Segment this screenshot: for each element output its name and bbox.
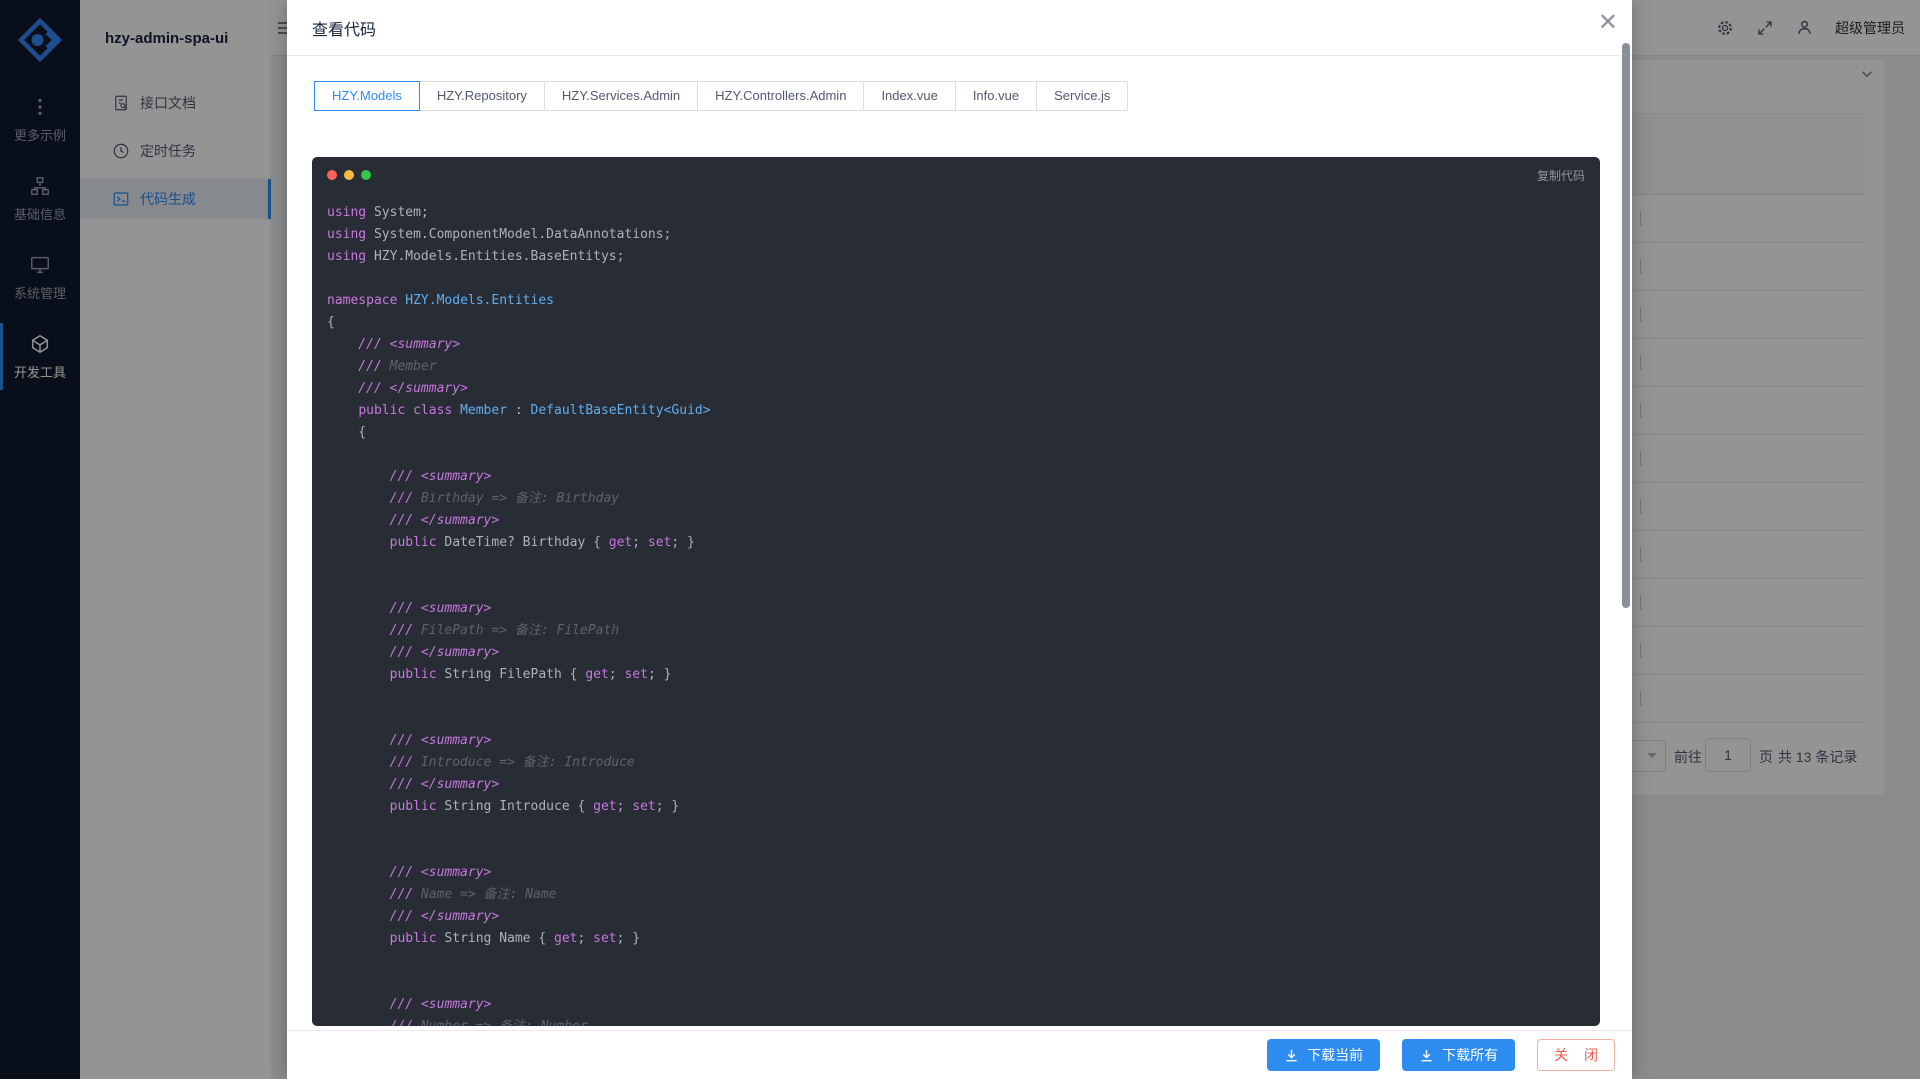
code-line: /// </summary> xyxy=(327,774,1600,796)
tab-hzy-models[interactable]: HZY.Models xyxy=(314,81,420,111)
code-block-header: 复制代码 xyxy=(312,157,1600,193)
code-line: /// Member xyxy=(327,356,1600,378)
tab-hzy-repository[interactable]: HZY.Repository xyxy=(419,81,545,111)
tab-service-js[interactable]: Service.js xyxy=(1036,81,1128,111)
code-tabs: HZY.ModelsHZY.RepositoryHZY.Services.Adm… xyxy=(314,81,1128,111)
code-line: /// <summary> xyxy=(327,334,1600,356)
code-line: using HZY.Models.Entities.BaseEntitys; xyxy=(327,246,1600,268)
modal-scrollbar-thumb[interactable] xyxy=(1622,43,1630,608)
code-content: using System;using System.ComponentModel… xyxy=(312,193,1600,1026)
code-line: /// <summary> xyxy=(327,862,1600,884)
code-line xyxy=(327,840,1600,862)
code-line: using System.ComponentModel.DataAnnotati… xyxy=(327,224,1600,246)
code-line: /// FilePath => 备注: FilePath xyxy=(327,620,1600,642)
code-line xyxy=(327,972,1600,994)
copy-code-button[interactable]: 复制代码 xyxy=(1537,167,1585,184)
code-line xyxy=(327,686,1600,708)
code-line: using System; xyxy=(327,202,1600,224)
window-dot-green-icon xyxy=(361,170,371,180)
code-line: namespace HZY.Models.Entities xyxy=(327,290,1600,312)
code-line: /// <summary> xyxy=(327,466,1600,488)
code-line: { xyxy=(327,312,1600,334)
code-line: { xyxy=(327,422,1600,444)
window-dot-yellow-icon xyxy=(344,170,354,180)
close-button[interactable]: 关 闭 xyxy=(1537,1039,1615,1071)
code-line xyxy=(327,444,1600,466)
view-code-modal: 查看代码 ✕ HZY.ModelsHZY.RepositoryHZY.Servi… xyxy=(287,0,1632,1079)
tab-index-vue[interactable]: Index.vue xyxy=(863,81,955,111)
download-all-label: 下载所有 xyxy=(1442,1045,1498,1065)
download-current-button[interactable]: 下载当前 xyxy=(1267,1039,1380,1071)
code-line: /// Introduce => 备注: Introduce xyxy=(327,752,1600,774)
code-line xyxy=(327,818,1600,840)
download-current-label: 下载当前 xyxy=(1307,1045,1363,1065)
modal-title: 查看代码 xyxy=(312,16,376,40)
code-line: /// <summary> xyxy=(327,994,1600,1016)
code-line: /// </summary> xyxy=(327,510,1600,532)
code-line: public String FilePath { get; set; } xyxy=(327,664,1600,686)
code-line: public String Name { get; set; } xyxy=(327,928,1600,950)
screen: 更多示例基础信息系统管理开发工具 hzy-admin-spa-ui 接口文档定时… xyxy=(0,0,1920,1079)
code-line xyxy=(327,950,1600,972)
code-line: /// <summary> xyxy=(327,730,1600,752)
modal-header: 查看代码 ✕ xyxy=(287,0,1632,56)
code-line: public String Introduce { get; set; } xyxy=(327,796,1600,818)
tab-hzy-services-admin[interactable]: HZY.Services.Admin xyxy=(544,81,698,111)
tab-info-vue[interactable]: Info.vue xyxy=(955,81,1037,111)
code-line: public DateTime? Birthday { get; set; } xyxy=(327,532,1600,554)
download-all-button[interactable]: 下载所有 xyxy=(1402,1039,1515,1071)
code-line: /// Number => 备注: Number xyxy=(327,1016,1600,1026)
modal-footer: 下载当前 下载所有 关 闭 xyxy=(287,1030,1632,1079)
code-line: /// </summary> xyxy=(327,378,1600,400)
code-line xyxy=(327,708,1600,730)
code-line: /// </summary> xyxy=(327,642,1600,664)
code-line xyxy=(327,268,1600,290)
code-line: /// <summary> xyxy=(327,598,1600,620)
code-line xyxy=(327,554,1600,576)
close-icon[interactable]: ✕ xyxy=(1598,10,1618,34)
code-line: /// Birthday => 备注: Birthday xyxy=(327,488,1600,510)
code-line xyxy=(327,576,1600,598)
tab-hzy-controllers-admin[interactable]: HZY.Controllers.Admin xyxy=(697,81,864,111)
code-block: 复制代码 using System;using System.Component… xyxy=(312,157,1600,1026)
code-line: /// Name => 备注: Name xyxy=(327,884,1600,906)
code-line: public class Member : DefaultBaseEntity<… xyxy=(327,400,1600,422)
window-dot-red-icon xyxy=(327,170,337,180)
code-line: /// </summary> xyxy=(327,906,1600,928)
